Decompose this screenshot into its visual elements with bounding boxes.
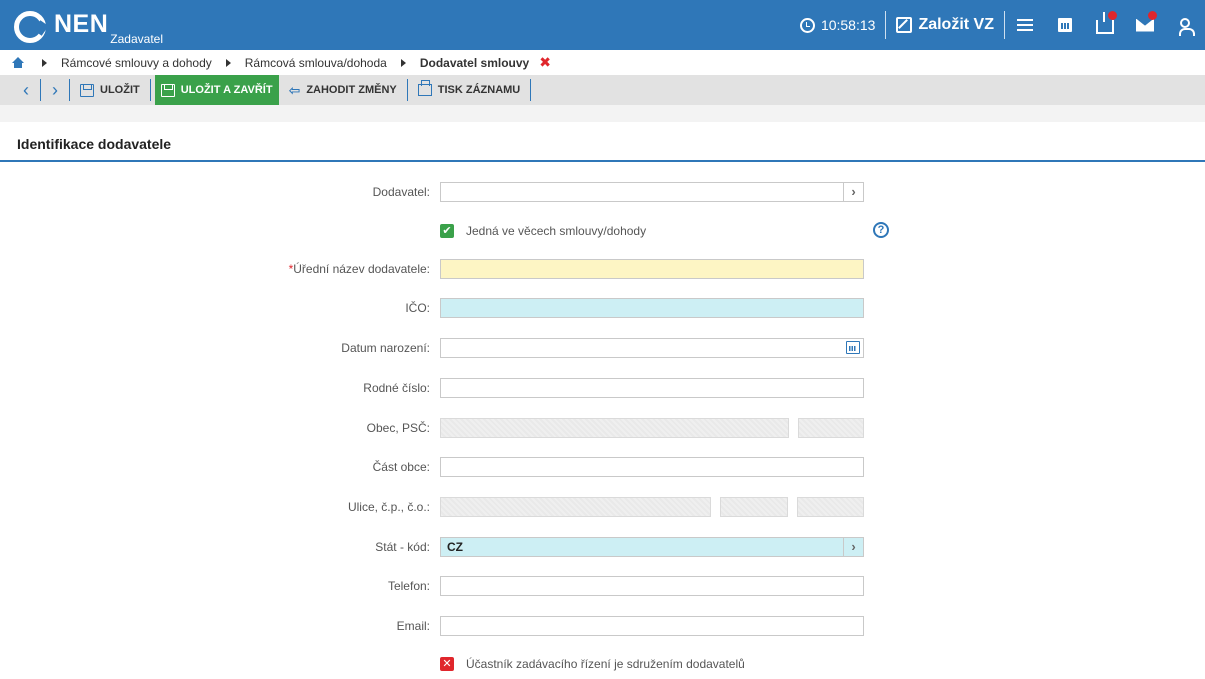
notification-badge: [1108, 11, 1117, 20]
user-icon[interactable]: [1165, 0, 1205, 50]
toolbar: ‹ › ULOŽIT ULOŽIT A ZAVŘÍT ⇦ ZAHODIT ZMĚ…: [0, 75, 1205, 105]
datum-narozeni-field[interactable]: [440, 338, 864, 358]
chevron-right-icon[interactable]: ›: [843, 538, 863, 556]
uredni-nazev-field[interactable]: [440, 259, 864, 279]
toolbar-spacer: [0, 105, 1205, 122]
psc-field: [798, 418, 864, 438]
logo-name: NEN: [54, 10, 109, 38]
form-row-rodne-cislo: Rodné číslo:: [0, 378, 1205, 398]
top-right-controls: 10:58:13 Založit VZ: [799, 0, 1205, 50]
obec-psc-label: Obec, PSČ:: [366, 421, 430, 435]
top-bar: NEN Zadavatel 10:58:13 Založit VZ: [0, 0, 1205, 50]
save-and-close-button[interactable]: ULOŽIT A ZAVŘÍT: [154, 75, 279, 105]
sdruzeni-checkbox[interactable]: ✕: [440, 657, 454, 671]
save-and-close-label: ULOŽIT A ZAVŘÍT: [180, 84, 273, 96]
breadcrumb-current: Dodavatel smlouvy: [419, 55, 530, 70]
save-button[interactable]: ULOŽIT: [74, 75, 146, 105]
discard-changes-button[interactable]: ⇦ ZAHODIT ZMĚNY: [283, 75, 403, 105]
divider: [530, 79, 532, 101]
email-label: Email:: [396, 619, 430, 633]
email-field[interactable]: [440, 616, 864, 636]
divider: [69, 79, 70, 101]
section-divider: [0, 160, 1205, 162]
stat-kod-label: Stát - kód:: [375, 540, 430, 554]
clock-time: 10:58:13: [820, 17, 876, 33]
discard-changes-label: ZAHODIT ZMĚNY: [306, 84, 397, 96]
dodavatel-label: Dodavatel:: [372, 185, 430, 199]
obec-field: [440, 418, 789, 438]
breadcrumb-arrow-icon: [42, 58, 47, 67]
breadcrumb-item[interactable]: Rámcové smlouvy a dohody: [61, 56, 212, 70]
ulice-label: Ulice, č.p., č.o.:: [347, 500, 430, 514]
app-logo[interactable]: NEN Zadavatel: [14, 7, 163, 46]
breadcrumb-arrow-icon: [225, 58, 231, 67]
uredni-nazev-label: *Úřední název dodavatele:: [288, 262, 430, 276]
edit-icon: [896, 17, 913, 33]
telefon-label: Telefon:: [387, 579, 430, 593]
clock-icon: [799, 17, 815, 33]
inbox-icon[interactable]: [1085, 0, 1125, 50]
create-vz-button[interactable]: Založit VZ: [886, 16, 1004, 34]
telefon-field[interactable]: [440, 576, 864, 596]
datum-narozeni-label: Datum narození:: [341, 341, 430, 355]
print-record-button[interactable]: TISK ZÁZNAMU: [412, 75, 527, 105]
cast-obce-label: Část obce:: [372, 460, 430, 474]
cislo-popisne-field: [720, 497, 788, 517]
mail-icon[interactable]: [1125, 0, 1165, 50]
create-vz-label: Založit VZ: [918, 16, 994, 33]
form-row-ico: IČO:: [0, 298, 1205, 318]
form-row-stat-kod: Stát - kód: CZ ›: [0, 537, 1205, 557]
divider: [406, 79, 408, 101]
save-icon: [80, 83, 94, 97]
sdruzeni-checkbox-label: Účastník zadávacího řízení je sdružením …: [466, 657, 745, 671]
rodne-cislo-label: Rodné číslo:: [363, 381, 430, 395]
breadcrumb-arrow-icon: [400, 58, 406, 67]
jedna-checkbox-row: ✔ Jedná ve věcech smlouvy/dohody: [440, 224, 646, 238]
help-icon[interactable]: ?: [873, 222, 889, 238]
sdruzeni-checkbox-row: ✕ Účastník zadávacího řízení je sdružení…: [440, 657, 745, 671]
stat-kod-field[interactable]: CZ ›: [440, 537, 864, 557]
stat-kod-value: CZ: [447, 540, 463, 554]
forward-button[interactable]: ›: [45, 78, 65, 102]
undo-icon: ⇦: [288, 81, 301, 98]
chevron-right-icon[interactable]: ›: [843, 183, 863, 201]
print-icon: [417, 80, 432, 96]
back-button[interactable]: ‹: [16, 78, 36, 102]
form-row-email: Email:: [0, 616, 1205, 636]
session-clock: 10:58:13: [799, 17, 876, 33]
form-row-ulice: Ulice, č.p., č.o.:: [0, 497, 1205, 517]
ico-field[interactable]: [440, 298, 864, 318]
rodne-cislo-field[interactable]: [440, 378, 864, 398]
form-row-cast-obce: Část obce:: [0, 457, 1205, 477]
logo-subtitle: Zadavatel: [110, 32, 163, 46]
form-row-datum-narozeni: Datum narození:: [0, 338, 1205, 358]
jedna-checkbox[interactable]: ✔: [440, 224, 454, 238]
calendar-icon[interactable]: [1045, 0, 1085, 50]
dodavatel-field[interactable]: ›: [440, 182, 864, 202]
logo-ring-icon: [14, 11, 46, 43]
breadcrumb: Rámcové smlouvy a dohody Rámcová smlouva…: [0, 50, 1205, 75]
save-label: ULOŽIT: [100, 84, 140, 96]
divider: [40, 79, 41, 101]
notification-badge: [1148, 11, 1157, 20]
cislo-orientacni-field: [797, 497, 864, 517]
close-icon[interactable]: ✖: [539, 54, 551, 71]
form-row-telefon: Telefon:: [0, 576, 1205, 596]
save-icon: [160, 83, 175, 97]
ico-label: IČO:: [405, 301, 430, 315]
form-row-uredni-nazev: *Úřední název dodavatele:: [0, 259, 1205, 279]
cast-obce-field[interactable]: [440, 457, 864, 477]
jedna-checkbox-label: Jedná ve věcech smlouvy/dohody: [466, 224, 647, 238]
ulice-field: [440, 497, 711, 517]
menu-icon[interactable]: [1005, 0, 1045, 50]
print-record-label: TISK ZÁZNAMU: [437, 84, 521, 96]
form-row-obec-psc: Obec, PSČ:: [0, 418, 1205, 438]
calendar-icon[interactable]: [846, 341, 860, 354]
divider: [149, 79, 151, 101]
home-icon[interactable]: [12, 57, 24, 68]
breadcrumb-item[interactable]: Rámcová smlouva/dohoda: [245, 56, 387, 70]
section-title: Identifikace dodavatele: [17, 136, 172, 152]
form-row-dodavatel: Dodavatel: ›: [0, 182, 1205, 202]
